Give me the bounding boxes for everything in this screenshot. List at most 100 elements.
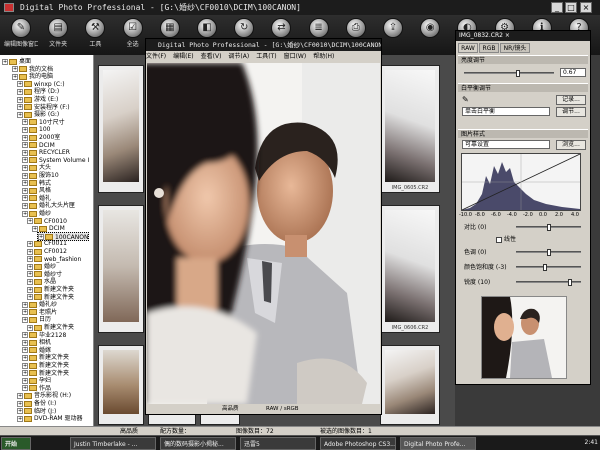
expand-icon[interactable]: + <box>17 111 23 118</box>
window-title-bar[interactable]: Digital Photo Professional - [G:\婚纱\CF00… <box>0 0 600 15</box>
thumbnail[interactable]: IMG_0606.CR2 <box>380 205 440 333</box>
thumbnail[interactable] <box>98 65 144 193</box>
toolbar-button-11[interactable]: ◉ <box>413 16 447 54</box>
expand-icon[interactable]: + <box>17 415 23 422</box>
expand-icon[interactable]: + <box>27 240 33 247</box>
expand-icon[interactable]: + <box>17 400 23 407</box>
wb-adjust-button[interactable]: 调节... <box>556 107 586 117</box>
minimize-button[interactable]: _ <box>551 2 563 13</box>
navigator-thumbnail[interactable] <box>481 296 567 379</box>
start-button[interactable]: 开始 <box>1 437 31 450</box>
expand-icon[interactable]: + <box>22 142 28 149</box>
eyedropper-icon[interactable]: ✎ <box>462 95 469 104</box>
expand-icon[interactable]: + <box>27 324 33 331</box>
hue-slider[interactable] <box>516 249 581 256</box>
expand-icon[interactable]: + <box>27 286 33 293</box>
toolbar-button-2[interactable]: ⚒ 工具 <box>78 16 112 54</box>
expand-icon[interactable]: + <box>22 362 28 369</box>
maximize-button[interactable]: □ <box>565 2 577 13</box>
expand-icon[interactable]: + <box>32 225 38 232</box>
preview-menu-item[interactable]: 工具(T) <box>256 53 276 60</box>
expand-icon[interactable]: + <box>17 88 23 95</box>
tab-raw[interactable]: RAW <box>458 43 478 53</box>
expand-icon[interactable]: + <box>2 58 8 65</box>
expand-icon[interactable]: + <box>22 134 28 141</box>
expand-icon[interactable]: + <box>22 301 28 308</box>
expand-icon[interactable]: + <box>22 332 28 339</box>
sharpness-slider[interactable] <box>516 279 581 286</box>
expand-icon[interactable]: + <box>22 309 28 316</box>
expand-icon[interactable]: + <box>27 256 33 263</box>
hue-slider-knob[interactable] <box>546 249 551 256</box>
expand-icon[interactable]: + <box>22 354 28 361</box>
tab-nr-lens[interactable]: NR/镜头 <box>500 43 530 53</box>
expand-icon[interactable]: + <box>22 385 28 392</box>
preview-menu-item[interactable]: 查看(V) <box>201 53 222 60</box>
preview-menu-item[interactable]: 窗口(W) <box>284 53 307 60</box>
taskbar-task-button[interactable]: 偶的数码摄影小揭秘... <box>160 437 236 450</box>
thumbnail[interactable]: IMG_0605.CR2 <box>380 65 440 193</box>
expand-icon[interactable]: + <box>17 96 23 103</box>
expand-icon[interactable]: + <box>27 248 33 255</box>
tool-palette[interactable]: IMG_0832.CR2 × RAW RGB NR/镜头 亮度调节 0.67 白… <box>455 30 591 385</box>
tree-item[interactable]: + DVD-RAM 驱动器 <box>17 414 83 423</box>
expand-icon[interactable]: + <box>22 210 28 217</box>
wb-mode-select[interactable]: 单击白平衡 <box>462 107 550 116</box>
tab-rgb[interactable]: RGB <box>479 43 499 53</box>
brightness-value-field[interactable]: 0.67 <box>560 68 586 77</box>
brightness-slider[interactable] <box>464 70 554 77</box>
expand-icon[interactable]: + <box>27 294 33 301</box>
sharpness-slider-knob[interactable] <box>567 279 572 286</box>
preview-menu-item[interactable]: 编辑(E) <box>173 53 193 60</box>
taskbar-task-button[interactable]: Adobe Photoshop CS3... <box>320 437 396 450</box>
expand-icon[interactable]: + <box>17 104 23 111</box>
linear-checkbox[interactable]: 线性 <box>496 234 516 243</box>
expand-icon[interactable]: + <box>17 408 23 415</box>
saturation-slider-knob[interactable] <box>543 264 548 271</box>
expand-icon[interactable]: + <box>27 218 33 225</box>
preview-menu-item[interactable]: 帮助(H) <box>313 53 334 60</box>
preview-menu-item[interactable]: 文件(F) <box>146 53 166 60</box>
taskbar-task-button[interactable]: 迅雷5 <box>240 437 316 450</box>
taskbar-task-button[interactable]: Digital Photo Profe... <box>400 437 476 450</box>
expand-icon[interactable]: + <box>12 66 18 73</box>
expand-icon[interactable]: + <box>22 370 28 377</box>
expand-icon[interactable]: + <box>27 271 33 278</box>
thumbnail[interactable] <box>98 345 144 425</box>
thumbnail[interactable] <box>98 205 144 333</box>
folder-tree[interactable]: + 桌面 + 我的文档 + 我的电脑 + winxp (C:) + 程序 (D:) + 游戏 (E:)… <box>0 55 94 426</box>
picture-style-select[interactable]: 可靠设置 <box>462 140 550 149</box>
contrast-slider-knob[interactable] <box>546 224 551 231</box>
thumbnail[interactable] <box>380 345 440 425</box>
expand-icon[interactable]: + <box>22 172 28 179</box>
brightness-slider-knob[interactable] <box>515 70 520 77</box>
toolbar-button-0[interactable]: ✎ 编辑图像窗口 <box>4 16 38 54</box>
contrast-slider[interactable] <box>516 224 581 231</box>
expand-icon[interactable]: + <box>12 73 18 80</box>
expand-icon[interactable]: + <box>22 157 28 164</box>
expand-icon[interactable]: + <box>17 81 23 88</box>
expand-icon[interactable]: + <box>22 180 28 187</box>
preview-window[interactable]: Digital Photo Professional - [G:\婚纱\CF00… <box>145 38 382 415</box>
expand-icon[interactable]: + <box>27 263 33 270</box>
saturation-slider[interactable] <box>516 264 581 271</box>
expand-icon[interactable]: + <box>22 187 28 194</box>
expand-icon[interactable]: + <box>22 195 28 202</box>
taskbar-task-button[interactable]: Justin Timberlake - ... <box>70 437 156 450</box>
wb-record-button[interactable]: 记录... <box>556 95 586 105</box>
preview-title-bar[interactable]: Digital Photo Professional - [G:\婚纱\CF00… <box>146 39 381 51</box>
expand-icon[interactable]: + <box>22 126 28 133</box>
toolbar-button-1[interactable]: ▤ 文件夹 <box>41 16 75 54</box>
expand-icon[interactable]: + <box>22 149 28 156</box>
picture-style-browse-button[interactable]: 浏览... <box>556 140 586 150</box>
preview-menu-item[interactable]: 调节(A) <box>228 53 249 60</box>
expand-icon[interactable]: + <box>22 164 28 171</box>
expand-icon[interactable]: + <box>22 119 28 126</box>
expand-icon[interactable]: + <box>22 377 28 384</box>
expand-icon[interactable]: + <box>27 278 33 285</box>
expand-icon[interactable]: + <box>17 392 23 399</box>
close-button[interactable]: × <box>580 2 592 13</box>
expand-icon[interactable]: + <box>22 347 28 354</box>
expand-icon[interactable]: + <box>22 202 28 209</box>
tool-palette-title[interactable]: IMG_0832.CR2 × <box>456 31 590 41</box>
